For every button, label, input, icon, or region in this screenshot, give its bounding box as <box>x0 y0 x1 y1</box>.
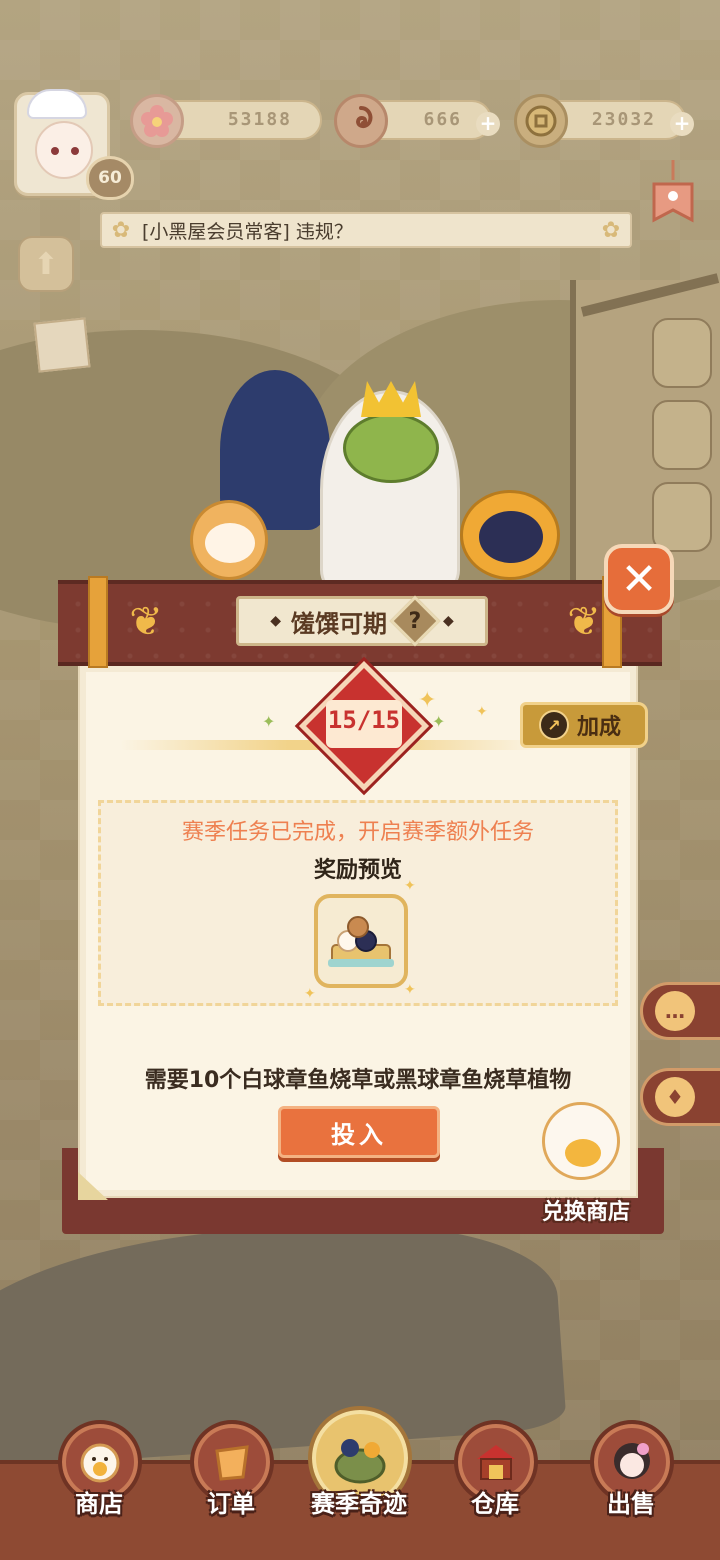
lucky-cat-icon <box>542 1102 620 1180</box>
close-button[interactable]: ✕ <box>604 544 674 614</box>
koinobori-fish-icon[interactable] <box>644 160 702 230</box>
dark-cat-character <box>460 490 560 580</box>
gift-side-button[interactable]: ♦ <box>640 1068 720 1126</box>
help-icon[interactable]: ? <box>389 595 441 647</box>
currency-blossom[interactable]: 53188 <box>130 94 322 148</box>
currency-value: 53188 <box>227 109 292 130</box>
chat-icon: … <box>655 991 695 1031</box>
add-coin-button[interactable]: + <box>670 112 694 136</box>
nav-shop[interactable]: 商店 <box>44 1420 154 1530</box>
add-swirl-button[interactable]: + <box>476 112 500 136</box>
exchange-shop-button[interactable]: 兑换商店 <box>524 1102 644 1234</box>
blossom-icon <box>130 94 184 148</box>
nav-label: 出售 <box>607 1490 655 1518</box>
modal-title-text: 馐馔可期 <box>291 609 387 638</box>
nav-warehouse[interactable]: 仓库 <box>440 1420 550 1530</box>
coin-icon <box>514 94 568 148</box>
upgrade-arrow-icon[interactable]: ⬆ <box>18 236 74 292</box>
currency-value: 23032 <box>591 109 656 130</box>
avatar-face <box>35 121 93 179</box>
progress-count: 15/15 <box>327 706 401 734</box>
exchange-shop-label: 兑换商店 <box>541 1200 630 1225</box>
currency-swirl[interactable]: 666 + <box>334 94 500 148</box>
nav-label: 商店 <box>75 1490 123 1518</box>
notice-text: [小黑屋会员常客] 违规？ <box>142 220 353 243</box>
orange-cat-character <box>190 500 268 580</box>
swirl-icon <box>334 94 388 148</box>
wheat-icon: ❦ <box>567 599 601 645</box>
gift-icon: ♦ <box>655 1077 695 1117</box>
event-notice-bar[interactable]: ✿ [小黑屋会员常客] 违规？ ✿ <box>100 212 632 248</box>
requirement-text: 需要10个白球章鱼烧草或黑球章鱼烧草植物 <box>144 1068 572 1093</box>
ticket-icon[interactable] <box>33 317 91 373</box>
reward-preview-label: 奖励预览 <box>313 858 402 883</box>
nav-season-wonders[interactable]: 赛季奇迹 <box>304 1406 414 1530</box>
frog-character <box>320 381 460 590</box>
bonus-button[interactable]: ↗ 加成 <box>520 702 648 748</box>
season-complete-message: 赛季任务已完成，开启赛季额外任务 <box>181 820 534 845</box>
bonus-label: 加成 <box>577 715 622 740</box>
flower-icon: ✿ <box>601 218 621 243</box>
flower-icon: ✿ <box>111 218 131 243</box>
chat-side-button[interactable]: … <box>640 982 720 1040</box>
modal-title: ◆ 馐馔可期 ? ◆ <box>236 595 488 647</box>
reward-item-icon[interactable] <box>314 894 408 988</box>
submit-button[interactable]: 投入 <box>278 1106 440 1158</box>
nav-label: 赛季奇迹 <box>311 1490 407 1518</box>
nav-orders[interactable]: 订单 <box>176 1420 286 1530</box>
avatar-hat <box>27 89 87 119</box>
character-group-illustration <box>170 340 590 590</box>
currency-coin[interactable]: 23032 + <box>514 94 694 148</box>
nav-label: 仓库 <box>471 1490 519 1518</box>
trend-up-icon: ↗ <box>539 710 569 740</box>
wheat-icon: ❦ <box>129 599 163 645</box>
currency-value: 666 <box>423 109 462 130</box>
player-level-badge: 60 <box>86 156 134 200</box>
nav-sell[interactable]: 出售 <box>576 1420 686 1530</box>
